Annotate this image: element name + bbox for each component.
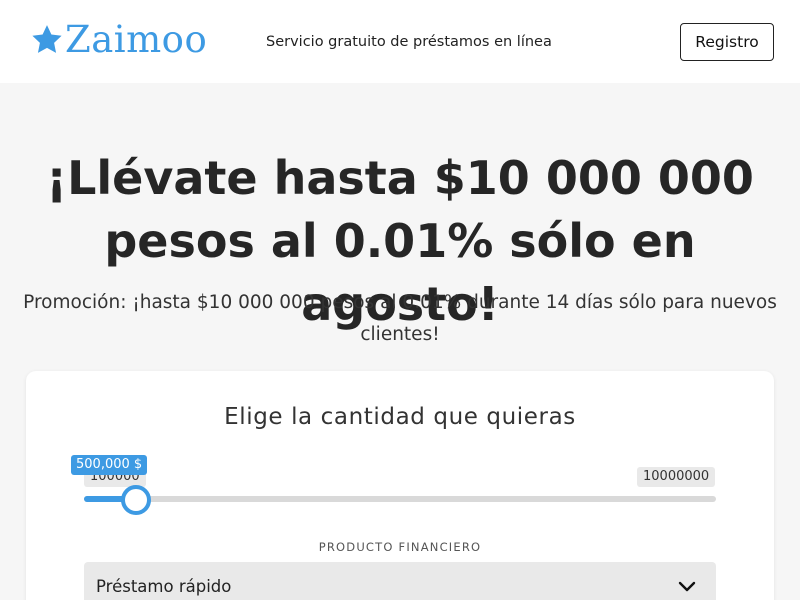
calculator-title: Elige la cantidad que quieras — [224, 404, 576, 430]
chevron-down-icon — [678, 581, 696, 592]
amount-slider-track[interactable] — [84, 496, 716, 502]
product-select-value: Préstamo rápido — [96, 577, 232, 596]
loan-calculator-card: Elige la cantidad que quieras 100000 100… — [26, 371, 774, 600]
hero-title-line-1: ¡Llévate hasta $10 000 000 — [46, 151, 754, 205]
hero-subtitle-line-1: Promoción: ¡hasta $10 000 000 pesos al 0… — [23, 292, 777, 313]
logo[interactable]: Zaimoo — [30, 18, 207, 62]
slider-max-label: 10000000 — [637, 467, 716, 487]
header: Zaimoo Servicio gratuito de préstamos en… — [0, 0, 800, 83]
slider-value-tooltip: 500,000 $ — [71, 455, 148, 475]
product-select[interactable]: Préstamo rápido — [84, 562, 716, 600]
product-field-label: PRODUCTO FINANCIERO — [318, 540, 482, 554]
star-icon — [32, 25, 62, 53]
logo-text: Zaimoo — [65, 18, 208, 61]
hero-subtitle: Promoción: ¡hasta $10 000 000 pesos al 0… — [20, 287, 780, 351]
amount-slider-thumb[interactable] — [120, 485, 151, 515]
hero-subtitle-line-2: clientes! — [360, 324, 440, 345]
register-button[interactable]: Registro — [680, 23, 774, 61]
tagline: Servicio gratuito de préstamos en línea — [266, 34, 552, 50]
